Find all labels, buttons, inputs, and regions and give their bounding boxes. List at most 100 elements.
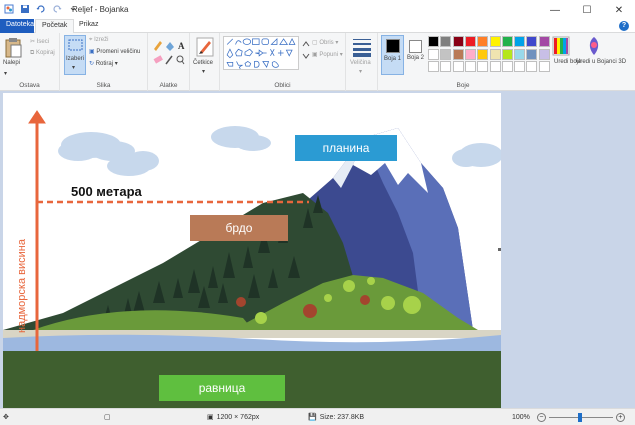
size-button[interactable]: Veličina ▾ xyxy=(346,33,378,91)
rotate-label: Rotiraj xyxy=(95,61,114,67)
crop-button[interactable]: ⌖ Izreži xyxy=(89,37,108,44)
title-bar: Reljef - Bojanka — ☐ ✕ xyxy=(0,0,635,20)
select-dropdown-icon: ▾ xyxy=(72,65,76,71)
palette-custom-swatch[interactable] xyxy=(452,61,464,72)
palette-color-swatch[interactable] xyxy=(514,36,526,47)
cut-label: Iseci xyxy=(36,39,50,45)
palette-color-swatch[interactable] xyxy=(464,36,476,47)
tools-group: A Alatke xyxy=(148,33,190,91)
window-title: Reljef - Bojanka xyxy=(72,5,129,14)
ribbon-tabs: Datoteka Početak Prikaz xyxy=(0,19,635,34)
palette-color-swatch[interactable] xyxy=(489,36,501,47)
palette-color-swatch[interactable] xyxy=(526,36,538,47)
hill-label: брдо xyxy=(226,221,253,235)
palette-color-swatch[interactable] xyxy=(501,48,513,60)
redo-icon[interactable] xyxy=(52,4,62,14)
palette-color-swatch[interactable] xyxy=(526,48,538,60)
brushes-dropdown-icon: ▾ xyxy=(202,69,206,75)
image-group-label: Slika xyxy=(96,82,111,89)
color1-swatch xyxy=(386,39,400,53)
relief-drawing: надморска висина 500 метара планина брдо… xyxy=(3,110,501,408)
palette-custom-swatch[interactable] xyxy=(489,61,501,72)
palette-custom-swatch[interactable] xyxy=(464,61,476,72)
help-icon[interactable]: ? xyxy=(619,21,629,31)
fill-icon: ▣ xyxy=(312,52,318,58)
paste-dropdown-icon[interactable]: ▾ xyxy=(4,70,7,77)
close-button[interactable]: ✕ xyxy=(603,0,635,20)
palette-custom-swatch[interactable] xyxy=(440,61,452,72)
palette-color-swatch[interactable] xyxy=(501,36,513,47)
palette-custom-swatch[interactable] xyxy=(477,61,489,72)
color2-label: Boja 2 xyxy=(407,55,425,61)
palette-custom-swatch[interactable] xyxy=(501,61,513,72)
outline-button[interactable]: ▢ Obris ▾ xyxy=(312,39,338,46)
palette-color-swatch[interactable] xyxy=(538,48,550,60)
palette-color-swatch[interactable] xyxy=(464,48,476,60)
copy-icon: ⧉ xyxy=(30,50,35,56)
zoom-slider[interactable] xyxy=(548,413,613,422)
select-label: Izaberi xyxy=(66,56,85,62)
tab-home[interactable]: Početak xyxy=(35,19,75,34)
tab-view[interactable]: Prikaz xyxy=(73,19,104,33)
color1-button[interactable]: Boja 1 xyxy=(381,35,404,75)
color2-swatch xyxy=(409,40,422,53)
size-label: Veličina xyxy=(350,60,371,66)
paste-button[interactable]: Nalepi xyxy=(3,60,20,66)
canvas-resize-handle-right[interactable] xyxy=(498,248,501,251)
clouds xyxy=(58,126,501,176)
crop-label: Izreži xyxy=(94,37,109,43)
clipboard-group: Nalepi ▾ ✂ Iseci ⧉ Kopiraj Ostava xyxy=(0,33,60,91)
shapes-group: ▢ Obris ▾ ▣ Popuni ▾ Oblici xyxy=(220,33,346,91)
paint3d-button[interactable]: Uredi u Bojanci 3D xyxy=(576,58,626,66)
file-size: 💾 Size: 237.8KB xyxy=(308,413,364,422)
altitude-arrow xyxy=(28,110,46,351)
svg-text:A: A xyxy=(178,41,185,51)
undo-icon[interactable] xyxy=(36,4,46,14)
palette-color-swatch[interactable] xyxy=(440,48,452,60)
dimensions-icon: ▣ xyxy=(207,414,214,421)
palette-color-swatch[interactable] xyxy=(440,36,452,47)
palette-custom-swatch[interactable] xyxy=(428,61,439,72)
maximize-button[interactable]: ☐ xyxy=(571,0,603,20)
palette-custom-swatch[interactable] xyxy=(526,61,538,72)
palette-color-swatch[interactable] xyxy=(514,48,526,60)
paste-icon[interactable] xyxy=(5,37,23,59)
colors-group-label: Boje xyxy=(456,82,470,89)
disk-icon: 💾 xyxy=(308,414,317,421)
zoom-slider-thumb[interactable] xyxy=(577,413,582,422)
palette-color-swatch[interactable] xyxy=(477,36,489,47)
palette-color-swatch[interactable] xyxy=(452,48,464,60)
palette-color-swatch[interactable] xyxy=(428,36,439,47)
select-button[interactable]: Izaberi ▾ xyxy=(64,35,86,75)
shapes-gallery[interactable] xyxy=(223,36,299,70)
palette-custom-swatch[interactable] xyxy=(538,61,550,72)
minimize-button[interactable]: — xyxy=(539,0,571,20)
edit-colors-button[interactable]: Uredi boje xyxy=(554,58,581,66)
zoom-controls: 100% − + xyxy=(512,413,625,422)
palette-color-swatch[interactable] xyxy=(452,36,464,47)
palette-color-swatch[interactable] xyxy=(538,36,550,47)
palette-color-swatch[interactable] xyxy=(428,48,439,60)
selection-icon: ▢ xyxy=(104,414,111,421)
shapes-scroll-down-icon[interactable] xyxy=(301,51,311,61)
cut-button[interactable]: ✂ Iseci xyxy=(30,38,49,45)
palette-custom-swatch[interactable] xyxy=(514,61,526,72)
shapes-group-label: Oblici xyxy=(274,82,291,89)
zoom-level: 100% xyxy=(512,414,530,421)
palette-color-swatch[interactable] xyxy=(489,48,501,60)
brushes-group[interactable]: Četkice ▾ xyxy=(190,33,220,91)
palette-color-swatch[interactable] xyxy=(477,48,489,60)
color2-button[interactable]: Boja 2 xyxy=(406,35,426,75)
zoom-out-button[interactable]: − xyxy=(536,413,546,422)
drawing-canvas[interactable]: надморска висина 500 метара планина брдо… xyxy=(3,93,501,408)
save-icon[interactable] xyxy=(20,4,30,14)
altitude-axis-label: надморска висина xyxy=(16,238,28,333)
zoom-in-button[interactable]: + xyxy=(615,413,625,422)
rotate-button[interactable]: ↻ Rotiraj ▾ xyxy=(89,60,118,67)
copy-button[interactable]: ⧉ Kopiraj xyxy=(30,50,55,57)
resize-button[interactable]: ▣ Promeni veličinu xyxy=(89,48,140,55)
color1-label: Boja 1 xyxy=(384,56,402,62)
fill-button[interactable]: ▣ Popuni ▾ xyxy=(312,51,343,58)
tab-file[interactable]: Datoteka xyxy=(0,19,34,33)
shapes-scroll-up-icon[interactable] xyxy=(301,39,311,49)
